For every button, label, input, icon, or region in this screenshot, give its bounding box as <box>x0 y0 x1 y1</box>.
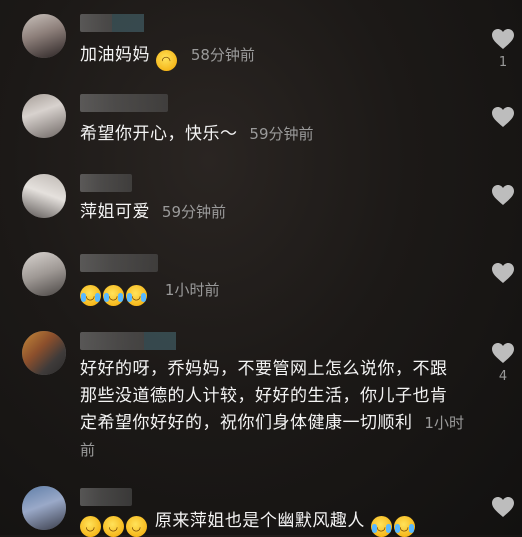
like-button[interactable]: 4 <box>491 342 515 384</box>
laugh-cry-emoji: ◡ <box>126 285 147 306</box>
comment-time: 59分钟前 <box>249 125 314 143</box>
like-count: 1 <box>498 55 508 70</box>
laugh-cry-emoji: ◡ <box>393 516 415 537</box>
heart-icon <box>492 185 514 205</box>
comment-body: 希望你开心，快乐～ <box>80 124 238 144</box>
username-blurred[interactable] <box>80 332 176 350</box>
like-button[interactable] <box>491 496 515 518</box>
laugh-cry-emoji: ◡ <box>370 516 392 537</box>
comment-text: 好好的呀，乔妈妈，不要管网上怎么说你，不跟那些没道德的人计较，好好的生活，你儿子… <box>80 356 464 464</box>
heart-icon <box>492 29 514 49</box>
username-blurred[interactable] <box>80 174 132 192</box>
username-blurred[interactable] <box>80 14 144 32</box>
comment-text: ◡ ◡ ◡ 原来萍姐也是个幽默风趣人 ◡ ◡ <box>80 510 462 537</box>
laugh-cry-emoji: ◡ <box>103 285 124 306</box>
avatar[interactable] <box>22 331 66 375</box>
heart-icon <box>492 107 514 127</box>
avatar[interactable] <box>22 486 66 530</box>
heart-icon <box>492 343 514 363</box>
like-button[interactable]: 1 <box>491 28 515 70</box>
avatar[interactable] <box>22 252 66 296</box>
comment-time: 1小时前 <box>164 281 220 299</box>
like-button[interactable] <box>491 262 515 284</box>
smirk-face-emoji: ◠ <box>155 50 177 71</box>
username-blurred[interactable] <box>80 254 158 272</box>
avatar[interactable] <box>22 14 66 58</box>
like-button[interactable] <box>491 184 515 206</box>
heart-icon <box>492 263 514 283</box>
comment-time: 58分钟前 <box>190 46 255 64</box>
like-button[interactable] <box>491 106 515 128</box>
comment-text: 希望你开心，快乐～ 59分钟前 <box>80 123 432 145</box>
comment-body: 好好的呀，乔妈妈，不要管网上怎么说你，不跟那些没道德的人计较，好好的生活，你儿子… <box>80 359 448 433</box>
comment-body: 萍姐可爱 <box>80 202 150 222</box>
grin-emoji: ◡ <box>80 516 101 537</box>
comment-text: ◡ ◡ ◡ 1小时前 <box>80 279 432 306</box>
avatar[interactable] <box>22 174 66 218</box>
comment-body: 加油妈妈 <box>80 45 150 65</box>
username-blurred[interactable] <box>80 488 132 506</box>
comment-text: 加油妈妈 ◠ 58分钟前 <box>80 44 432 71</box>
comment-time: 59分钟前 <box>161 203 226 221</box>
heart-icon <box>492 497 514 517</box>
username-blurred[interactable] <box>80 94 168 112</box>
laugh-cry-emoji: ◡ <box>80 285 101 306</box>
comment-body: 原来萍姐也是个幽默风趣人 <box>154 511 365 531</box>
like-count: 4 <box>498 369 508 384</box>
grin-emoji: ◡ <box>126 516 147 537</box>
comment-text: 萍姐可爱 59分钟前 <box>80 201 432 223</box>
avatar[interactable] <box>22 94 66 138</box>
grin-emoji: ◡ <box>103 516 124 537</box>
